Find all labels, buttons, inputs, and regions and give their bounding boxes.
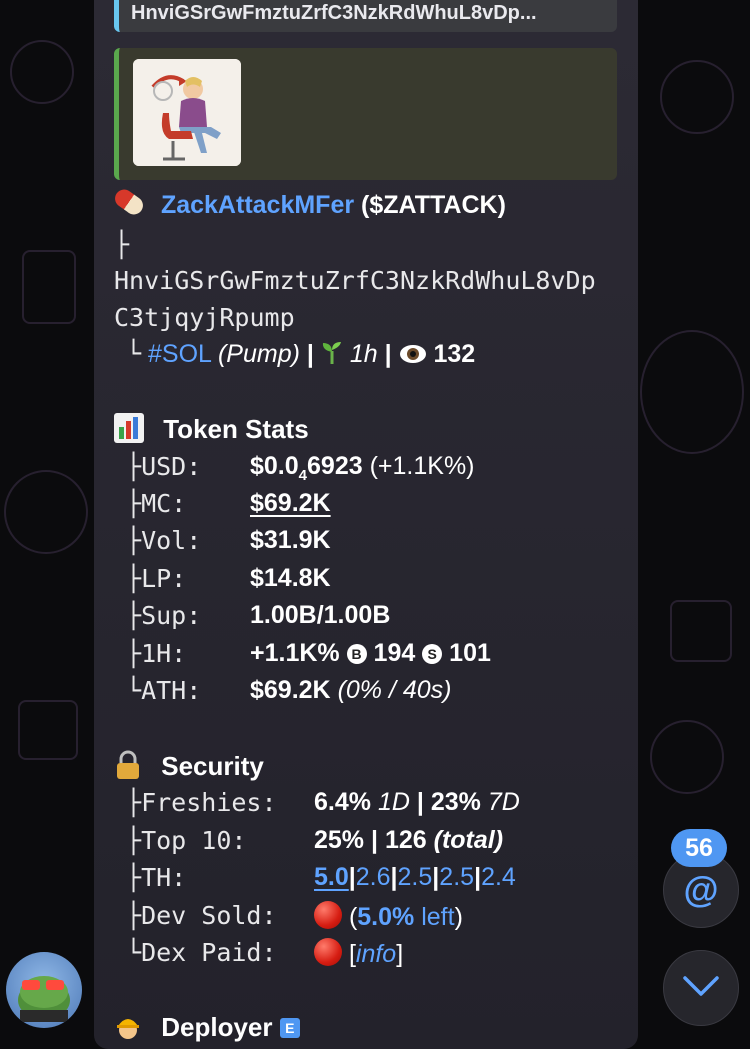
link-preview[interactable] [114, 48, 617, 180]
contract-address-line1[interactable]: HnviGSrGwFmztuZrfC3NzkRdWhuL8vDp [114, 266, 596, 295]
holder-link-5[interactable]: 2.4 [481, 863, 516, 891]
platform-label: (Pump) [217, 340, 300, 368]
tree-end: └ [126, 339, 142, 368]
buys-icon: B [346, 644, 367, 664]
stat-row-usd: ├USD: $0.046923 (+1.1K%) [126, 452, 475, 484]
lock-icon [114, 750, 142, 780]
token-stats-heading: Token Stats [114, 413, 309, 445]
security-row-top-holders: ├TH: 5.0|2.6|2.5|2.5|2.4 [126, 863, 516, 892]
deployer-heading: Deployer E [114, 1012, 300, 1043]
security-heading: Security [114, 750, 264, 782]
eye-icon [399, 343, 427, 365]
sells-count: 101 [449, 639, 491, 667]
worker-icon [114, 1013, 142, 1041]
mentions-count-badge: 56 [671, 829, 727, 867]
token-name-link[interactable]: ZackAttackMFer [161, 191, 354, 219]
chevron-down-icon [681, 974, 721, 1003]
dex-info-link[interactable]: info [356, 940, 396, 968]
reply-quote[interactable]: HnviGSrGwFmztuZrfC3NzkRdWhuL8vDp... [114, 0, 617, 32]
stat-row-1h: ├1H: +1.1K% B 194 S 101 [126, 639, 491, 668]
buys-count: 194 [373, 639, 416, 667]
sprout-icon [321, 341, 343, 365]
stat-row-lp: ├LP: $14.8K [126, 564, 331, 593]
holder-link-4[interactable]: 2.5 [439, 863, 474, 891]
message-bubble: HnviGSrGwFmztuZrfC3NzkRdWhuL8vDp... Zack… [94, 0, 638, 1049]
sells-icon: S [422, 644, 443, 664]
chain-tag[interactable]: #SOL [148, 340, 211, 368]
separator: | [306, 340, 314, 368]
view-count: 132 [433, 340, 476, 368]
token-age: 1h [349, 340, 378, 368]
red-circle-icon [314, 938, 342, 966]
separator: | [384, 340, 392, 368]
holder-link-2[interactable]: 2.6 [356, 863, 391, 891]
holder-link-1[interactable]: 5.0 [314, 863, 349, 891]
preview-thumbnail[interactable] [133, 59, 241, 166]
market-cap-link[interactable]: $69.2K [250, 489, 331, 518]
deployer-badge: E [279, 1018, 300, 1038]
stat-row-ath: └ATH: $69.2K (0% / 40s) [126, 676, 452, 705]
token-ticker: ($ZATTACK) [361, 191, 506, 219]
scroll-down-button[interactable] [663, 950, 739, 1026]
security-row-top10: ├Top 10: 25% | 126 (total) [126, 826, 504, 855]
bar-chart-icon [114, 413, 144, 443]
contract-address-line2[interactable]: C3tjqyjRpump [114, 303, 295, 332]
stat-row-vol: ├Vol: $31.9K [126, 526, 331, 555]
at-icon: @ [683, 869, 719, 910]
security-row-freshies: ├Freshies: 6.4% 1D | 23% 7D [126, 788, 520, 817]
security-row-dex-paid: └Dex Paid: [info] [126, 938, 404, 968]
stat-row-supply: ├Sup: 1.00B/1.00B [126, 601, 391, 630]
holder-link-3[interactable]: 2.5 [398, 863, 433, 891]
red-circle-icon [314, 901, 342, 929]
token-meta-line: └ #SOL (Pump) | 1h | 132 [114, 339, 475, 369]
token-header: ZackAttackMFer ($ZATTACK) [111, 186, 506, 220]
sender-avatar[interactable] [6, 952, 82, 1028]
pill-icon [111, 186, 147, 218]
stat-row-mc: ├MC: $69.2K [126, 489, 331, 518]
security-row-dev-sold: ├Dev Sold: (5.0% left) [126, 901, 463, 931]
tree-branch: ├ [114, 230, 130, 259]
